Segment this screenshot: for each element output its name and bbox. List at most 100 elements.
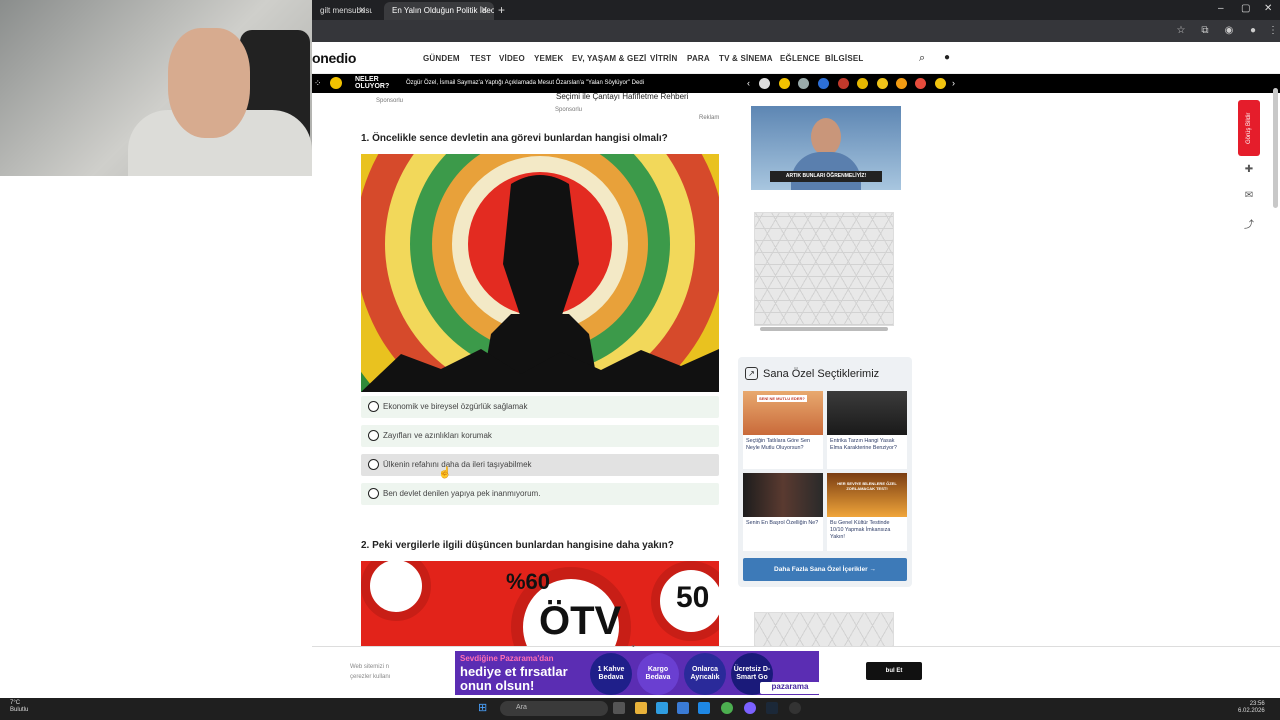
grid-menu-icon[interactable]: ⁘ xyxy=(314,78,322,89)
obs-icon[interactable] xyxy=(789,702,801,714)
cookie-accept-button[interactable]: bul Et xyxy=(866,662,922,680)
new-tab-button[interactable]: + xyxy=(498,3,505,17)
nav-item-bilgisel[interactable]: BİLGİSEL xyxy=(825,54,864,63)
emoji-icon[interactable] xyxy=(759,78,770,89)
pick-thumbnail: SENİ NE MUTLU EDER? xyxy=(743,391,823,435)
start-icon[interactable]: ⊞ xyxy=(478,701,487,714)
radio-button[interactable] xyxy=(368,459,379,470)
emoji-icon[interactable] xyxy=(877,78,888,89)
store-icon[interactable] xyxy=(677,702,689,714)
ad-placeholder xyxy=(754,212,894,326)
pick-caption: Entrika Tarzın Hangi Yasak Elma Karakter… xyxy=(830,438,897,451)
pick-card[interactable]: Senin En Başrol Özelliğin Ne? xyxy=(743,473,823,551)
search-icon[interactable]: ⌕ xyxy=(919,52,925,65)
cookie-text: Web sitemizi n çerezler kullanı xyxy=(350,664,391,680)
extension-icon[interactable]: ● xyxy=(1246,24,1260,38)
chevron-down-icon[interactable]: ⌄ xyxy=(630,640,637,649)
banner-offer: Kargo Bedava xyxy=(637,653,679,695)
bookmark-star-icon[interactable]: ☆ xyxy=(1174,24,1188,38)
chevron-right-icon[interactable]: › xyxy=(952,78,955,88)
emoji-icon[interactable] xyxy=(896,78,907,89)
user-icon[interactable]: ● xyxy=(944,52,950,63)
answer-option[interactable]: Ben devlet denilen yapıya pek inanmıyoru… xyxy=(361,483,719,505)
tab-active[interactable]: En Yalın Olduğun Politik İdeoloji ✕ xyxy=(384,2,494,20)
pick-caption: Seçtiğin Tatlılara Göre Sen Neyle Mutlu … xyxy=(746,438,811,451)
close-window-button[interactable]: ✕ xyxy=(1264,3,1272,14)
pick-card[interactable]: HER SEVİYE BİLENLERE ÖZEL ZORLAMACAK TES… xyxy=(827,473,907,551)
minimize-button[interactable]: – xyxy=(1218,3,1224,14)
tab-previous[interactable]: gilt mensubusun ✕ xyxy=(312,2,372,20)
nav-item-gundem[interactable]: GÜNDEM xyxy=(423,54,460,63)
pick-card[interactable]: SENİ NE MUTLU EDER? Seçtiğin Tatlılara G… xyxy=(743,391,823,469)
task-view-icon[interactable] xyxy=(613,702,625,714)
emoji-icon[interactable] xyxy=(838,78,849,89)
personal-picks-title: Sana Özel Seçtiklerimiz xyxy=(763,368,880,380)
bookmark-icon[interactable]: ✚ xyxy=(1242,164,1256,178)
nav-item-tv-sinema[interactable]: TV & SİNEMA xyxy=(719,54,773,63)
emoji-icon[interactable] xyxy=(857,78,868,89)
edge-icon[interactable] xyxy=(656,702,668,714)
tax-number-text: 50 xyxy=(676,581,710,614)
ticker-headline[interactable]: Özgür Özel, İsmail Saymaz'a Yaptığı Açık… xyxy=(406,80,644,86)
question-2-title: 2. Peki vergilerle ilgili düşüncen bunla… xyxy=(361,540,674,551)
more-picks-button[interactable]: Daha Fazla Sana Özel İçerikler → xyxy=(743,558,907,581)
menu-icon[interactable]: ⋮ xyxy=(1266,24,1280,38)
radio-button[interactable] xyxy=(368,430,379,441)
tax-rate-text: %60 xyxy=(506,569,551,594)
pick-card[interactable]: Entrika Tarzın Hangi Yasak Elma Karakter… xyxy=(827,391,907,469)
answer-option[interactable]: Ülkenin refahını daha da ileri taşıyabil… xyxy=(361,454,719,476)
ad-scrollbar[interactable] xyxy=(760,327,888,331)
taskbar-clock[interactable]: 23:56 6.02.2026 xyxy=(1238,701,1265,715)
sponsored-label: Sponsorlu xyxy=(555,107,583,113)
radio-button[interactable] xyxy=(368,488,379,499)
chevron-left-icon[interactable]: ‹ xyxy=(747,78,750,88)
close-tab-icon[interactable]: ✕ xyxy=(358,5,366,16)
emoji-icon[interactable] xyxy=(779,78,790,89)
nav-item-video[interactable]: VİDEO xyxy=(499,54,525,63)
nav-item-ev-yasam-gezi[interactable]: EV, YAŞAM & GEZİ xyxy=(572,54,647,63)
mouse-cursor-icon: ☝ xyxy=(438,467,452,479)
nav-item-para[interactable]: PARA xyxy=(687,54,710,63)
close-tab-icon[interactable]: ✕ xyxy=(480,5,488,16)
pick-caption: Bu Genel Kültür Testinde 10/10 Yapmak İm… xyxy=(830,520,891,540)
nav-item-eglence[interactable]: EĞLENCE xyxy=(780,54,820,63)
ticker-badge-icon xyxy=(330,77,342,89)
taskbar-search[interactable]: Ara xyxy=(500,701,608,716)
answer-option[interactable]: Ekonomik ve bireysel özgürlük sağlamak xyxy=(361,396,719,418)
sponsored-label: Sponsorlu xyxy=(376,98,404,104)
banner-brand: pazarama xyxy=(760,682,820,694)
page-scrollbar[interactable] xyxy=(1273,88,1278,208)
emoji-icon[interactable] xyxy=(818,78,829,89)
nav-item-yemek[interactable]: YEMEK xyxy=(534,54,563,63)
banner-title: hediye et fırsatlar onun olsun! xyxy=(460,664,568,693)
pick-thumbnail xyxy=(827,391,907,435)
feedback-button[interactable]: Görüş Bildir xyxy=(1238,100,1260,156)
radio-button[interactable] xyxy=(368,401,379,412)
sponsored-title[interactable]: Seçimi ile Çantayı Hafifletme Rehberi xyxy=(556,92,689,101)
banner-offer: Onlarca Ayrıcalık xyxy=(684,653,726,695)
question-2-image: %60 ÖTV 50 xyxy=(361,561,719,646)
pick-thumbnail: HER SEVİYE BİLENLERE ÖZEL ZORLAMACAK TES… xyxy=(827,473,907,517)
emoji-icon[interactable] xyxy=(798,78,809,89)
answer-option-label: Ülkenin refahını daha da ileri taşıyabil… xyxy=(383,460,532,469)
discord-icon[interactable] xyxy=(744,702,756,714)
app-icon[interactable] xyxy=(698,702,710,714)
nav-item-test[interactable]: TEST xyxy=(470,54,491,63)
steam-icon[interactable] xyxy=(766,702,778,714)
profile-icon[interactable]: ◉ xyxy=(1222,24,1236,38)
maximize-button[interactable]: ▢ xyxy=(1241,3,1250,14)
comments-icon[interactable]: ✉ xyxy=(1242,190,1256,204)
emoji-icon[interactable] xyxy=(915,78,926,89)
share-icon[interactable]: ⤴ xyxy=(1242,216,1256,231)
answer-option[interactable]: Zayıfları ve azınlıkları korumak xyxy=(361,425,719,447)
question-1-image xyxy=(361,154,719,392)
weather-widget[interactable]: 7°C Bulutlu xyxy=(10,700,28,714)
chrome-icon[interactable] xyxy=(721,702,733,714)
external-link-icon: ↗ xyxy=(745,367,758,380)
webcam-overlay xyxy=(0,0,312,176)
emoji-icon[interactable] xyxy=(935,78,946,89)
nav-item-vitrin[interactable]: VİTRİN xyxy=(650,54,677,63)
site-logo[interactable]: onedio xyxy=(312,50,356,66)
extensions-icon[interactable]: ⧉ xyxy=(1198,24,1212,38)
file-explorer-icon[interactable] xyxy=(635,702,647,714)
